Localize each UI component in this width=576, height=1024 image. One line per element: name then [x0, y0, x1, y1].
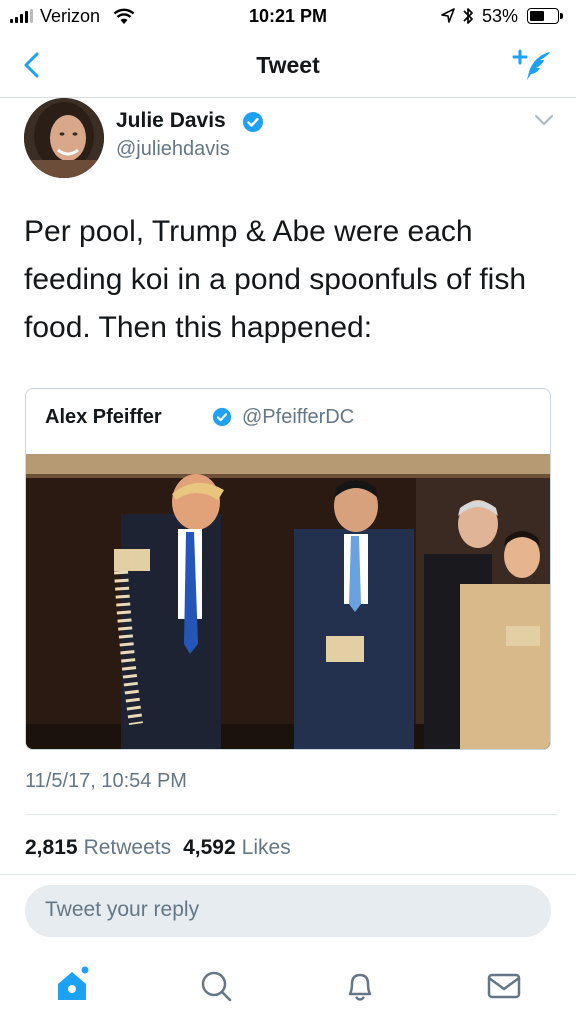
page-title: Tweet: [256, 52, 320, 78]
tweet-stats: 2,815 Retweets 4,592 Likes: [25, 836, 303, 860]
verified-badge-icon: [212, 407, 232, 427]
author-handle[interactable]: @juliehdavis: [116, 138, 230, 161]
messages-icon[interactable]: [484, 966, 524, 1006]
verified-badge-icon: [243, 112, 263, 132]
retweets-label[interactable]: Retweets: [84, 836, 172, 860]
notifications-icon[interactable]: [340, 966, 380, 1006]
divider: [0, 874, 576, 875]
quoted-author-handle: @PfeifferDC: [242, 406, 355, 428]
quoted-photo[interactable]: [26, 454, 551, 750]
chevron-down-icon[interactable]: [534, 114, 554, 126]
retweets-count[interactable]: 2,815: [25, 836, 78, 860]
navigation-bar: Tweet: [0, 36, 576, 98]
status-bar: Verizon 10:21 PM 53%: [0, 0, 576, 34]
quoted-author-name: Alex Pfeiffer: [45, 406, 162, 428]
author-name[interactable]: Julie Davis: [116, 109, 226, 133]
compose-tweet-icon[interactable]: [510, 48, 554, 84]
tweet-timestamp: 11/5/17, 10:54 PM: [25, 770, 187, 792]
location-icon: [441, 8, 455, 23]
tab-bar: [0, 950, 576, 1024]
divider: [25, 814, 557, 815]
battery-percent: 53%: [482, 6, 519, 26]
home-icon[interactable]: [52, 966, 92, 1006]
quoted-tweet[interactable]: Alex Pfeiffer @PfeifferDC: [25, 388, 551, 750]
tweet-text: Per pool, Trump & Abe were each feeding …: [24, 215, 527, 344]
reply-box[interactable]: [25, 885, 551, 937]
avatar[interactable]: [24, 98, 104, 178]
search-icon[interactable]: [196, 966, 236, 1006]
battery-icon: [527, 8, 563, 24]
likes-label[interactable]: Likes: [242, 836, 291, 860]
bluetooth-icon: [463, 8, 473, 24]
likes-count[interactable]: 4,592: [183, 836, 236, 860]
reply-input[interactable]: [45, 898, 525, 922]
